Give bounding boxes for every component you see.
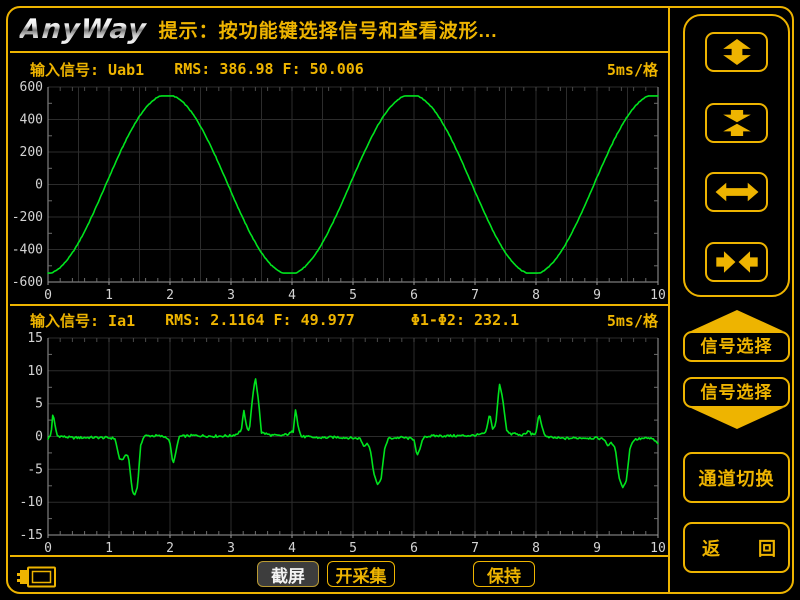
triangle-up-icon bbox=[691, 310, 783, 331]
start-capture-button[interactable]: 开采集 bbox=[327, 561, 395, 587]
voltage-panel-header: 输入信号: Uab1 RMS: 386.98 F: 50.006 5ms/格 bbox=[10, 57, 668, 81]
svg-text:6: 6 bbox=[410, 288, 418, 303]
svg-text:600: 600 bbox=[20, 81, 43, 95]
signal-select-up-label: 信号选择 bbox=[683, 331, 790, 362]
expand-horizontal-button[interactable] bbox=[705, 172, 768, 212]
svg-text:0: 0 bbox=[44, 541, 52, 556]
battery-icon bbox=[16, 565, 58, 589]
svg-text:-200: -200 bbox=[12, 210, 43, 225]
svg-text:5: 5 bbox=[349, 288, 357, 303]
collapse-vertical-arrows-icon bbox=[714, 106, 760, 140]
svg-text:9: 9 bbox=[593, 288, 601, 303]
svg-text:400: 400 bbox=[20, 113, 43, 128]
signal-select-down-button[interactable]: 信号选择 bbox=[683, 377, 790, 429]
svg-text:-600: -600 bbox=[12, 275, 43, 290]
power-analyzer-screen: AnyWay 提示：按功能键选择信号和查看波形... 输入信号: Uab1 RM… bbox=[0, 0, 800, 600]
triangle-down-icon bbox=[691, 408, 783, 429]
expand-vertical-arrows-icon bbox=[714, 35, 760, 69]
svg-text:-15: -15 bbox=[20, 528, 43, 543]
svg-text:10: 10 bbox=[650, 541, 666, 556]
svg-text:0: 0 bbox=[44, 288, 52, 303]
collapse-horizontal-arrows-icon bbox=[714, 245, 760, 279]
back-button[interactable]: 返回 bbox=[683, 522, 790, 573]
svg-text:0: 0 bbox=[35, 430, 43, 445]
svg-text:10: 10 bbox=[27, 364, 43, 379]
signal-select-down-label: 信号选择 bbox=[683, 377, 790, 408]
svg-text:3: 3 bbox=[227, 288, 235, 303]
svg-text:1: 1 bbox=[105, 288, 113, 303]
current-rms-value: RMS: 2.1164 F: 49.977 bbox=[165, 311, 355, 329]
voltage-waveform-panel: 输入信号: Uab1 RMS: 386.98 F: 50.006 5ms/格 6… bbox=[10, 57, 668, 304]
svg-text:4: 4 bbox=[288, 541, 296, 556]
svg-text:2: 2 bbox=[166, 288, 174, 303]
svg-text:5: 5 bbox=[349, 541, 357, 556]
signal-select-up-button[interactable]: 信号选择 bbox=[683, 310, 790, 362]
titlebar: AnyWay 提示：按功能键选择信号和查看波形... bbox=[10, 8, 668, 53]
screenshot-button[interactable]: 截屏 bbox=[257, 561, 319, 587]
expand-vertical-button[interactable] bbox=[705, 32, 768, 72]
channel-switch-button[interactable]: 通道切换 bbox=[683, 452, 790, 503]
bottom-bar: 截屏 开采集 保持 bbox=[10, 555, 668, 592]
current-timebase-label: 5ms/格 bbox=[607, 310, 658, 331]
phase-difference-value: Φ1-Φ2: 232.1 bbox=[411, 311, 519, 329]
anyway-logo: AnyWay bbox=[19, 14, 148, 45]
svg-text:7: 7 bbox=[471, 288, 479, 303]
hint-text: 提示：按功能键选择信号和查看波形... bbox=[159, 16, 498, 43]
svg-text:8: 8 bbox=[532, 288, 540, 303]
svg-text:15: 15 bbox=[27, 332, 43, 346]
voltage-signal-label: 输入信号: Uab1 bbox=[30, 59, 144, 80]
current-waveform-panel: 输入信号: Ia1 RMS: 2.1164 F: 49.977 Φ1-Φ2: 2… bbox=[10, 304, 668, 555]
hold-button[interactable]: 保持 bbox=[473, 561, 535, 587]
svg-text:-10: -10 bbox=[20, 495, 43, 510]
current-signal-label: 输入信号: Ia1 bbox=[30, 310, 135, 331]
svg-text:8: 8 bbox=[532, 541, 540, 556]
svg-text:9: 9 bbox=[593, 541, 601, 556]
svg-text:1: 1 bbox=[105, 541, 113, 556]
current-waveform-chart: 151050-5-10-15012345678910 bbox=[10, 332, 668, 557]
voltage-rms-value: RMS: 386.98 F: 50.006 bbox=[174, 60, 364, 78]
svg-text:6: 6 bbox=[410, 541, 418, 556]
collapse-vertical-button[interactable] bbox=[705, 103, 768, 143]
waveform-zoom-button-group bbox=[683, 14, 790, 297]
current-panel-header: 输入信号: Ia1 RMS: 2.1164 F: 49.977 Φ1-Φ2: 2… bbox=[10, 306, 668, 332]
svg-text:5: 5 bbox=[35, 397, 43, 412]
voltage-waveform-chart: 6004002000-200-400-600012345678910 bbox=[10, 81, 668, 304]
svg-text:3: 3 bbox=[227, 541, 235, 556]
svg-text:4: 4 bbox=[288, 288, 296, 303]
collapse-horizontal-button[interactable] bbox=[705, 242, 768, 282]
svg-text:200: 200 bbox=[20, 145, 43, 160]
svg-text:10: 10 bbox=[650, 288, 666, 303]
sidebar-divider bbox=[668, 8, 670, 592]
svg-text:-400: -400 bbox=[12, 243, 43, 258]
expand-horizontal-arrows-icon bbox=[714, 175, 760, 209]
svg-text:2: 2 bbox=[166, 541, 174, 556]
svg-text:0: 0 bbox=[35, 178, 43, 193]
voltage-timebase-label: 5ms/格 bbox=[607, 59, 658, 80]
svg-text:7: 7 bbox=[471, 541, 479, 556]
svg-text:-5: -5 bbox=[27, 462, 43, 477]
